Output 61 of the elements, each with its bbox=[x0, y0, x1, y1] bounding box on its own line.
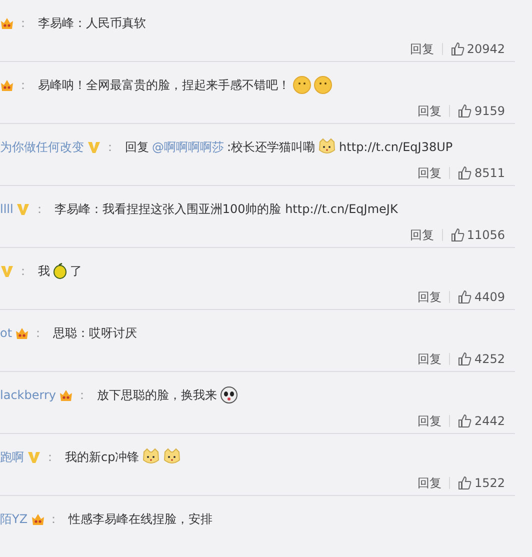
comment-text: 思聪：哎呀讨厌 bbox=[53, 325, 138, 342]
like-count: 4252 bbox=[474, 351, 505, 368]
lemon-emoji-icon bbox=[53, 263, 67, 279]
verified-v-icon bbox=[16, 202, 30, 216]
reply-link[interactable]: 回复 bbox=[417, 288, 442, 306]
colon-text: ： bbox=[17, 15, 29, 32]
colon-text: ： bbox=[104, 139, 116, 156]
cat-face-emoji-icon bbox=[163, 448, 182, 466]
comment-text: 放下思聪的脸，换我来 bbox=[97, 387, 217, 404]
thumbs-up-icon[interactable] bbox=[450, 42, 465, 56]
like-count: 9159 bbox=[474, 103, 505, 120]
comment-text: 回复 bbox=[125, 139, 149, 156]
thumbs-up-icon[interactable] bbox=[450, 228, 465, 242]
colon-text: ： bbox=[48, 511, 60, 528]
crown-badge-icon bbox=[30, 512, 45, 526]
like-count: 8511 bbox=[474, 165, 505, 182]
thumbs-up-icon[interactable] bbox=[458, 290, 472, 304]
thumbs-up-icon[interactable] bbox=[458, 104, 472, 118]
reply-link[interactable]: 回复 bbox=[417, 164, 442, 182]
panda-emoji-icon bbox=[220, 386, 238, 404]
comment-text: 性感李易峰在线捏脸，安排 bbox=[68, 511, 213, 528]
reply-link[interactable]: 回复 bbox=[417, 412, 442, 430]
reply-link[interactable]: 回复 bbox=[417, 102, 442, 120]
crown-badge-icon bbox=[59, 388, 73, 402]
like-count: 2442 bbox=[474, 413, 505, 430]
comment-text: 我 bbox=[38, 263, 50, 280]
comment-text: :校长还学猫叫嘞 bbox=[227, 139, 316, 156]
colon-text: ： bbox=[44, 449, 56, 466]
like-count: 20942 bbox=[466, 41, 505, 58]
comment-text: http://t.cn/EqJ38UP bbox=[339, 139, 453, 156]
colon-text: ： bbox=[33, 201, 46, 218]
thumbs-up-icon[interactable] bbox=[458, 476, 472, 490]
reply-link[interactable]: 回复 bbox=[417, 474, 442, 492]
comment-text: 李易峰：我看捏捏这张入围亚洲100帅的脸 http://t.cn/EqJmeJK bbox=[54, 201, 398, 218]
reply-link[interactable]: 回复 bbox=[410, 226, 434, 244]
verified-v-icon bbox=[0, 264, 14, 278]
reply-link[interactable]: 回复 bbox=[410, 40, 434, 58]
colon-text: ： bbox=[17, 77, 29, 94]
crown-badge-icon bbox=[0, 78, 14, 92]
like-count: 1522 bbox=[474, 475, 505, 492]
like-count: 4409 bbox=[474, 289, 505, 306]
reply-link[interactable]: 回复 bbox=[417, 350, 442, 368]
verified-v-icon bbox=[27, 450, 41, 464]
comment-text: 易峰呐！全网最富贵的脸，捏起来手感不错吧！ bbox=[38, 77, 290, 94]
smiley-emoji-icon bbox=[293, 76, 311, 94]
comment-text: 了 bbox=[70, 263, 82, 280]
thumbs-up-icon[interactable] bbox=[458, 352, 472, 366]
smiley-emoji-icon bbox=[314, 76, 332, 94]
comment-text: 李易峰：人民币真软 bbox=[38, 15, 146, 32]
crown-badge-icon bbox=[15, 326, 30, 340]
like-count: 11056 bbox=[466, 227, 505, 244]
colon-text: ： bbox=[32, 325, 44, 342]
crown-badge-icon bbox=[0, 16, 14, 30]
cat-face-emoji-icon bbox=[142, 448, 160, 466]
colon-text: ： bbox=[76, 387, 88, 404]
verified-v-icon bbox=[87, 140, 101, 154]
thumbs-up-icon[interactable] bbox=[458, 414, 472, 428]
cat-face-emoji-icon bbox=[318, 138, 336, 156]
thumbs-up-icon[interactable] bbox=[458, 166, 472, 180]
comment-text: 我的新cp冲锋 bbox=[65, 449, 140, 466]
colon-text: ： bbox=[17, 263, 29, 280]
